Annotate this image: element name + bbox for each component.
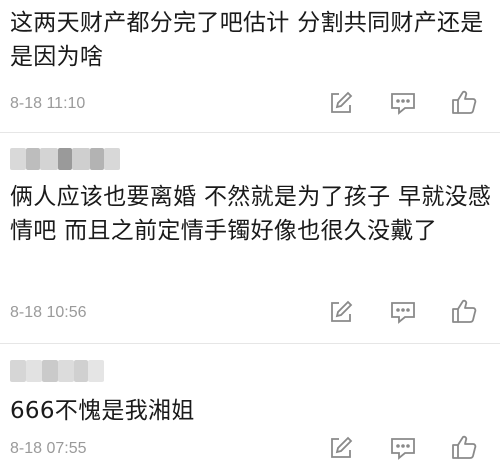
edit-button[interactable]: [327, 298, 355, 326]
comment-icon: [391, 438, 415, 460]
divider: [0, 343, 500, 344]
like-button[interactable]: [450, 88, 478, 116]
comment-text: 俩人应该也要离婚 不然就是为了孩子 早就没感情吧 而且之前定情手镯好像也很久没戴…: [10, 184, 492, 244]
comment-icon: [391, 302, 415, 324]
reply-button[interactable]: [389, 89, 417, 117]
comment-text: 666不愧是我湘姐: [10, 398, 195, 424]
thumbs-up-icon: [452, 299, 477, 323]
edit-icon: [331, 91, 353, 113]
divider: [0, 132, 500, 133]
thumbs-up-icon: [452, 90, 477, 114]
like-button[interactable]: [450, 297, 478, 325]
edit-icon: [331, 436, 353, 458]
comment-timestamp: 8-18 11:10: [10, 95, 86, 112]
edit-button[interactable]: [327, 434, 355, 462]
like-button[interactable]: [450, 433, 478, 461]
reply-button[interactable]: [389, 298, 417, 326]
username-blurred: [10, 360, 130, 382]
thumbs-up-icon: [452, 435, 477, 459]
username-blurred: [10, 148, 130, 170]
edit-button[interactable]: [327, 89, 355, 117]
comment-timestamp: 8-18 10:56: [10, 304, 87, 321]
comment-text: 这两天财产都分完了吧估计 分割共同财产还是是因为啥: [10, 10, 484, 70]
comment-icon: [391, 93, 415, 115]
comment-timestamp: 8-18 07:55: [10, 440, 87, 457]
edit-icon: [331, 300, 353, 322]
reply-button[interactable]: [389, 434, 417, 462]
